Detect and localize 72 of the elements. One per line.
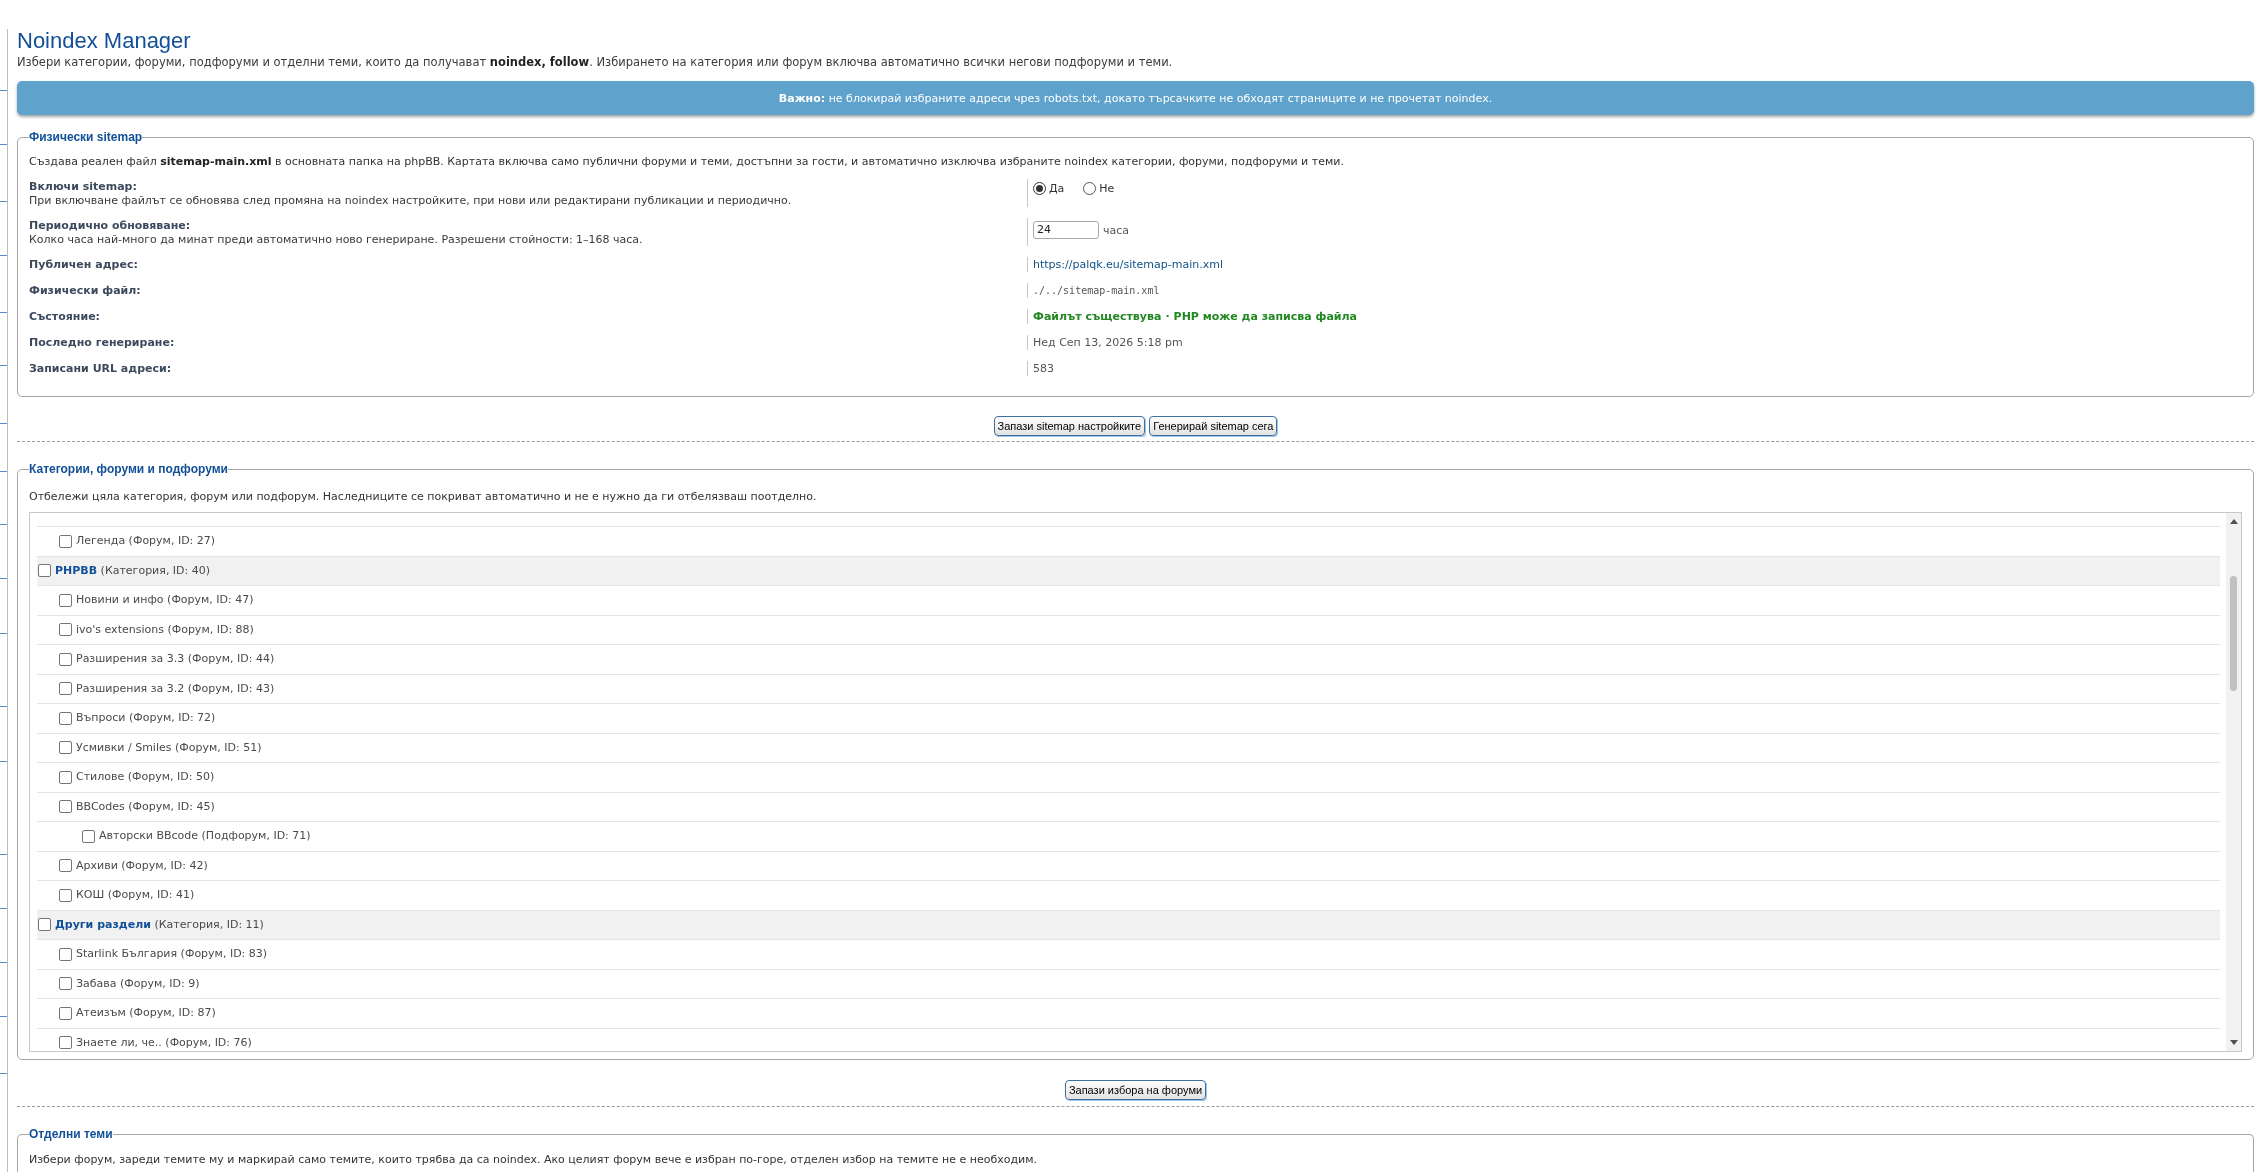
forum-label: Атеизъм (Форум, ID: 87): [76, 1006, 216, 1021]
forum-label: Въпроси (Форум, ID: 72): [76, 711, 216, 726]
field-label: Физически файл:: [29, 283, 141, 298]
checkbox[interactable]: [59, 652, 72, 666]
field-label: Периодично обновяване:: [29, 218, 191, 233]
sitemap-link[interactable]: https://palqk.eu/sitemap-main.xml: [1033, 257, 1224, 272]
field-label: Записани URL адреси:: [29, 361, 172, 376]
field-label: Състояние:: [29, 309, 101, 324]
checkbox[interactable]: [59, 1006, 72, 1020]
category-label: Други раздели (Категория, ID: 11): [55, 917, 264, 932]
up-arrow-icon[interactable]: [2229, 519, 2238, 524]
field-label: Включи sitemap:: [29, 179, 137, 194]
checkbox[interactable]: [59, 859, 72, 873]
checkbox[interactable]: [59, 800, 72, 814]
checkbox[interactable]: [59, 977, 72, 991]
checkbox[interactable]: [82, 829, 95, 843]
scrollbar[interactable]: [2226, 513, 2241, 1051]
forum-label: Усмивки / Smiles (Форум, ID: 51): [76, 740, 262, 755]
forum-label: Архиви (Форум, ID: 42): [76, 858, 208, 873]
forum-label: BBCodes (Форум, ID: 45): [76, 799, 215, 814]
subforum-label: Авторски BBcode (Подфорум, ID: 71): [99, 829, 311, 844]
section-description: Отбележи цяла категория, форум или подфорум. Наследниците се покриват автоматично и не е нужно да ги отбелязваш поотделно.: [29, 489, 818, 505]
checkbox[interactable]: [59, 711, 72, 725]
field-label: Публичен адрес:: [29, 257, 138, 272]
status-text: Файлът съществува: [1033, 309, 1162, 324]
unit-label: часа: [1103, 222, 1130, 238]
down-arrow-icon[interactable]: [2229, 1040, 2238, 1045]
checkbox[interactable]: [59, 888, 72, 902]
radio-option[interactable]: Не: [1083, 181, 1115, 196]
forum-label: Забава (Форум, ID: 9): [76, 976, 200, 991]
checkbox[interactable]: [59, 947, 72, 961]
scrollbar-thumb[interactable]: [2230, 576, 2237, 691]
checkbox[interactable]: [38, 564, 51, 578]
status-text: PHP може да записва файла: [1173, 309, 1358, 324]
forum-label: Разширения за 3.2 (Форум, ID: 43): [76, 681, 275, 696]
field-label: Последно генериране:: [29, 335, 175, 350]
forum-label: Новини и инфо (Форум, ID: 47): [76, 593, 254, 608]
field-hint: При включване файлът се обновява след промяна на noindex настройките, при нови или редактирани публикации и периодично.: [29, 194, 792, 207]
action-button[interactable]: Запази избора на форуми: [1064, 1080, 1207, 1100]
checkbox[interactable]: [59, 1036, 72, 1050]
page-description: Избери категории, форуми, подфоруми и отделни теми, които да получават noindex, follow. Избирането на категория или форум включва автоматично всички негови подфоруми и теми.: [17, 54, 1173, 70]
checkbox[interactable]: [59, 741, 72, 755]
forum-label: Знаете ли, че.. (Форум, ID: 76): [76, 1035, 252, 1050]
page-title: Noindex Manager: [17, 28, 191, 54]
forum-label: Starlink България (Форум, ID: 83): [76, 947, 268, 962]
section-description: Създава реален файл sitemap-main.xml в основната папка на phpBB. Картата включва само публични форуми и теми, достъпни за гости, и автоматично изключва избраните noindex категории, форуми, подфоруми и теми.: [29, 154, 1345, 170]
forum-label: Стилове (Форум, ID: 50): [76, 770, 215, 785]
field-hint: Колко часа най-много да минат преди автоматично ново генериране. Разрешени стойности: 1–168 часа.: [29, 233, 643, 246]
status-separator: ·: [1165, 309, 1170, 324]
checkbox[interactable]: [59, 770, 72, 784]
field-value: 583: [1033, 361, 1054, 376]
section-title: Физически sitemap: [29, 130, 143, 145]
checkbox[interactable]: [38, 918, 51, 932]
action-button[interactable]: Генерирай sitemap сега: [1149, 416, 1278, 436]
checkbox[interactable]: [59, 682, 72, 696]
notice-text: Важно: не блокирай избраните адреси чрез robots.txt, докато търсачките не обходят страниците и не прочетат noindex.: [778, 90, 1493, 106]
forum-label: ivo's extensions (Форум, ID: 88): [76, 622, 254, 637]
checkbox[interactable]: [59, 623, 72, 637]
action-button[interactable]: Запази sitemap настройките: [993, 416, 1146, 436]
forum-label: Разширения за 3.3 (Форум, ID: 44): [76, 652, 275, 667]
category-label: PHPBB (Категория, ID: 40): [55, 563, 211, 578]
section-description: Избери форум, зареди темите му и маркирай само темите, които трябва да са noindex. Ако целият форум вече е избран по-горе, отделен избор на темите не е необходим.: [29, 1152, 1038, 1168]
checkbox[interactable]: [59, 534, 72, 548]
radio-option[interactable]: Да: [1033, 181, 1065, 196]
section-title: Отделни теми: [29, 1127, 113, 1142]
forum-label: КОШ (Форум, ID: 41): [76, 888, 195, 903]
checkbox[interactable]: [59, 593, 72, 607]
field-value: Нед Сеп 13, 2026 5:18 pm: [1033, 335, 1183, 350]
hours-field[interactable]: 24: [1033, 221, 1099, 239]
file-path: ./../sitemap-main.xml: [1033, 284, 1160, 298]
forum-label: Легенда (Форум, ID: 27): [76, 534, 216, 549]
section-title: Категории, форуми и подфоруми: [29, 462, 228, 477]
